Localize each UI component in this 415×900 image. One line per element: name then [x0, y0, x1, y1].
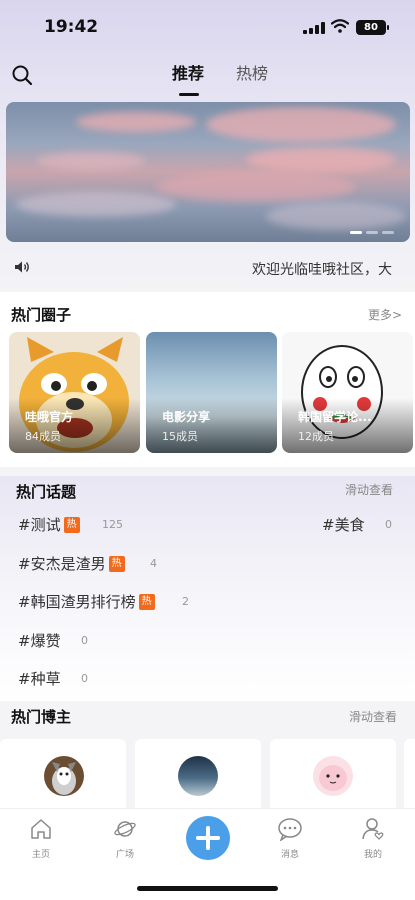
topic-item[interactable]: #美食: [322, 514, 365, 535]
hot-badge: 热: [138, 593, 155, 610]
banner-dot: [382, 231, 394, 234]
topic-count: 2: [182, 595, 189, 608]
blogger-card[interactable]: [135, 739, 261, 809]
tab-recommend[interactable]: 推荐: [172, 60, 204, 84]
circle-name: 哇哦官方: [25, 410, 74, 424]
circle-card[interactable]: 韩国留学论... 12成员: [282, 332, 413, 453]
topic-label: #爆赞: [18, 632, 61, 650]
planet-icon: [114, 821, 136, 837]
section-title: 热门圈子: [11, 306, 72, 324]
tab-label: 消息: [280, 850, 299, 860]
search-icon[interactable]: [11, 64, 33, 86]
home-icon: [31, 819, 51, 839]
hot-badge: 热: [108, 555, 125, 572]
speaker-icon: [15, 261, 29, 273]
section-title: 热门话题: [16, 483, 77, 501]
circle-member-count: 84成员: [25, 430, 61, 443]
topic-item[interactable]: #韩国渣男排行榜 热: [18, 591, 155, 612]
top-nav: 推荐 热榜: [0, 52, 415, 96]
status-bar: 19:42 80: [0, 0, 415, 52]
circle-member-count: 12成员: [298, 430, 334, 443]
chat-icon: [278, 818, 302, 842]
circle-card[interactable]: 哇哦官方 84成员: [9, 332, 140, 453]
topic-count: 0: [385, 518, 392, 531]
banner-dot: [350, 231, 362, 234]
tab-square[interactable]: 广场: [95, 817, 155, 860]
notice-bar[interactable]: 欢迎光临哇哦社区，大: [0, 248, 415, 288]
banner-dot: [366, 231, 378, 234]
banner-image[interactable]: [6, 102, 410, 242]
tab-messages[interactable]: 消息: [260, 817, 320, 860]
wifi-icon: [331, 19, 349, 33]
topic-label: #种草: [18, 670, 61, 688]
topic-item[interactable]: #种草: [18, 668, 61, 689]
blogger-card[interactable]: [270, 739, 396, 809]
scroll-hint: 滑动查看: [345, 483, 394, 497]
topic-item[interactable]: #测试 热: [18, 514, 80, 535]
profile-icon: [362, 818, 384, 840]
topic-count: 125: [102, 518, 123, 531]
tab-home[interactable]: 主页: [11, 817, 71, 860]
home-indicator: [137, 886, 278, 891]
circle-name: 电影分享: [162, 410, 211, 424]
status-time: 19:42: [44, 17, 99, 37]
circle-card[interactable]: 电影分享 15成员: [146, 332, 277, 453]
hot-circles-section: 热门圈子 更多> 哇哦官方 84成员 电影分享 15成员 韩国留学论... 12…: [0, 292, 415, 467]
hot-topics-section: 热门话题 滑动查看 #测试 热 125 #美食 0 #安杰是渣男 热 4 #韩国…: [0, 476, 415, 701]
topic-count: 4: [150, 557, 157, 570]
section-title: 热门博主: [11, 708, 72, 726]
topic-label: #美食: [322, 516, 365, 534]
circle-member-count: 15成员: [162, 430, 198, 443]
topic-label: #测试: [18, 516, 61, 534]
signal-icon: [303, 22, 325, 34]
topic-label: #韩国渣男排行榜: [18, 593, 136, 611]
tab-profile[interactable]: 我的: [343, 817, 403, 860]
avatar: [44, 756, 84, 796]
hot-badge: 热: [63, 516, 80, 533]
topic-item[interactable]: #安杰是渣男 热: [18, 553, 125, 574]
tab-label: 广场: [115, 850, 134, 860]
topic-item[interactable]: #爆赞: [18, 630, 61, 651]
battery-icon: 80: [356, 20, 389, 35]
avatar: [178, 756, 218, 796]
topic-count: 0: [81, 634, 88, 647]
scroll-hint: 滑动查看: [349, 710, 398, 724]
tab-hot-list[interactable]: 热榜: [236, 60, 268, 84]
circle-name: 韩国留学论...: [298, 410, 372, 424]
hot-bloggers-section: 热门博主 滑动查看: [0, 701, 415, 809]
blogger-card[interactable]: [0, 739, 126, 809]
banner-pagination: [350, 231, 394, 234]
avatar: [313, 756, 353, 796]
more-link[interactable]: 更多>: [368, 306, 402, 323]
blogger-card[interactable]: [404, 739, 415, 809]
tab-indicator: [179, 93, 199, 96]
tab-label: 我的: [363, 850, 382, 860]
tab-label: 主页: [31, 850, 50, 860]
add-post-button[interactable]: [186, 816, 230, 860]
topic-label: #安杰是渣男: [18, 555, 106, 573]
topic-count: 0: [81, 672, 88, 685]
notice-text: 欢迎光临哇哦社区，大: [252, 262, 392, 278]
